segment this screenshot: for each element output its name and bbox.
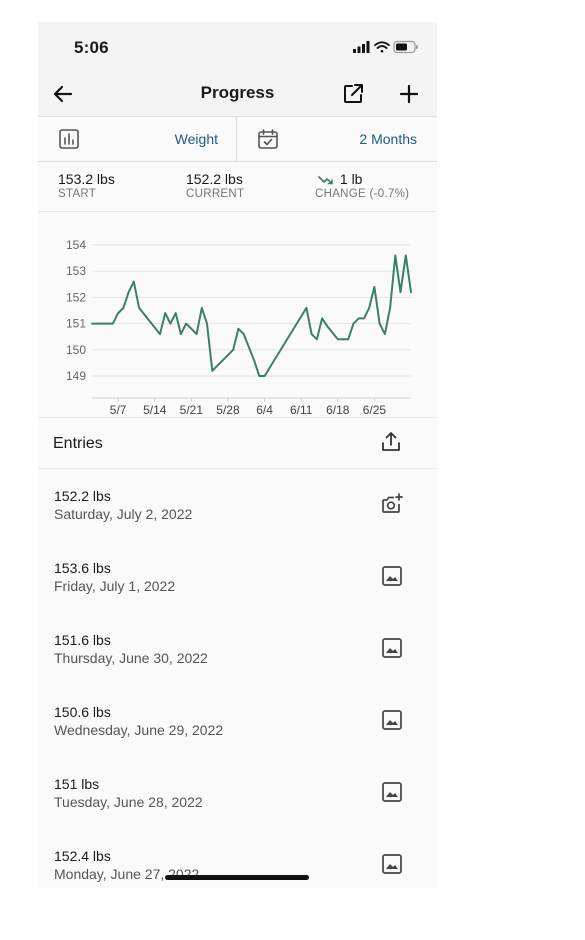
battery-icon xyxy=(393,40,418,54)
status-icons xyxy=(353,40,418,54)
entry-date: Tuesday, June 28, 2022 xyxy=(54,794,203,810)
entry-date: Saturday, July 2, 2022 xyxy=(54,506,193,522)
metric-selector[interactable]: Weight xyxy=(38,117,237,161)
y-tick-label: 149 xyxy=(66,369,86,383)
stats-row: 153.2 lbs START 152.2 lbs CURRENT 1 lb C… xyxy=(38,161,437,212)
stat-change-label: CHANGE (-0.7%) xyxy=(315,188,410,200)
metric-label: Weight xyxy=(174,131,218,147)
stat-current-value: 152.2 lbs xyxy=(186,171,243,187)
x-tick-label: 5/7 xyxy=(110,403,127,414)
status-bar: 5:06 xyxy=(38,22,437,72)
x-tick-label: 6/18 xyxy=(326,403,350,414)
page-title: Progress xyxy=(200,83,275,102)
stat-start-value: 153.2 lbs xyxy=(58,171,115,187)
add-icon[interactable] xyxy=(397,82,421,106)
entry-weight: 152.2 lbs xyxy=(54,488,111,504)
y-tick-label: 150 xyxy=(66,343,86,357)
x-tick-label: 6/25 xyxy=(363,403,387,414)
weight-chart: 154 153 152 151 150 149 5/7 5/14 5/21 5/28 6/4 6/11… xyxy=(66,238,412,414)
stat-current: 152.2 lbs CURRENT xyxy=(186,171,244,202)
signal-icon xyxy=(353,41,370,53)
stat-current-label: CURRENT xyxy=(186,188,245,200)
wifi-icon xyxy=(374,41,390,53)
date-range-selector[interactable]: 2 Months xyxy=(237,117,437,161)
bar-chart-icon xyxy=(59,129,79,149)
trend-down-icon xyxy=(318,176,333,185)
weight-series-line xyxy=(91,254,412,377)
status-time: 5:06 xyxy=(74,38,109,57)
image-icon[interactable] xyxy=(380,708,404,732)
share-external-icon[interactable] xyxy=(341,82,365,106)
home-indicator[interactable] xyxy=(165,875,309,880)
phone-screen: 5:06 Progress Weight 2 Months 153.2 lbs … xyxy=(38,22,437,888)
add-photo-icon[interactable] xyxy=(380,492,404,516)
stat-change-value: 1 lb xyxy=(339,171,363,187)
entry-date: Thursday, June 30, 2022 xyxy=(54,650,208,666)
stat-start: 153.2 lbs START xyxy=(58,171,115,202)
range-label: 2 Months xyxy=(359,131,417,147)
entries-header: Entries xyxy=(38,417,437,469)
stat-change: 1 lb CHANGE (-0.7%) xyxy=(315,171,409,202)
y-tick-label: 151 xyxy=(66,317,86,331)
y-tick-label: 153 xyxy=(66,264,86,278)
x-tick-label: 5/28 xyxy=(216,403,240,414)
entry-weight: 153.6 lbs xyxy=(54,560,111,576)
entry-date: Friday, July 1, 2022 xyxy=(54,578,176,594)
stat-start-label: START xyxy=(58,188,97,200)
entry-weight: 150.6 lbs xyxy=(54,704,111,720)
y-tick-label: 154 xyxy=(66,238,86,252)
entry-weight: 151 lbs xyxy=(54,776,100,792)
entry-row[interactable]: 151 lbs Tuesday, June 28, 2022 xyxy=(38,756,437,828)
x-tick-label: 5/14 xyxy=(143,403,167,414)
entries-title: Entries xyxy=(53,435,103,452)
entry-row[interactable]: 152.2 lbs Saturday, July 2, 2022 xyxy=(38,468,437,540)
entry-row[interactable]: 151.6 lbs Thursday, June 30, 2022 xyxy=(38,612,437,684)
x-tick-label: 6/11 xyxy=(290,403,313,414)
stat-change-row: 1 lb xyxy=(315,171,409,187)
nav-bar: Progress xyxy=(38,72,437,116)
image-icon[interactable] xyxy=(380,852,404,876)
entry-row[interactable]: 153.6 lbs Friday, July 1, 2022 xyxy=(38,540,437,612)
image-icon[interactable] xyxy=(380,636,404,660)
calendar-check-icon xyxy=(258,129,278,149)
image-icon[interactable] xyxy=(380,780,404,804)
entry-date: Wednesday, June 29, 2022 xyxy=(54,722,224,738)
x-tick-label: 5/21 xyxy=(180,403,204,414)
entry-weight: 152.4 lbs xyxy=(54,848,111,864)
x-tick-label: 6/4 xyxy=(256,403,273,414)
filter-bar: Weight 2 Months xyxy=(38,116,437,162)
image-icon[interactable] xyxy=(380,564,404,588)
entry-row[interactable]: 150.6 lbs Wednesday, June 29, 2022 xyxy=(38,684,437,756)
export-icon[interactable] xyxy=(379,430,403,454)
entry-weight: 151.6 lbs xyxy=(54,632,111,648)
y-tick-label: 152 xyxy=(66,290,86,304)
